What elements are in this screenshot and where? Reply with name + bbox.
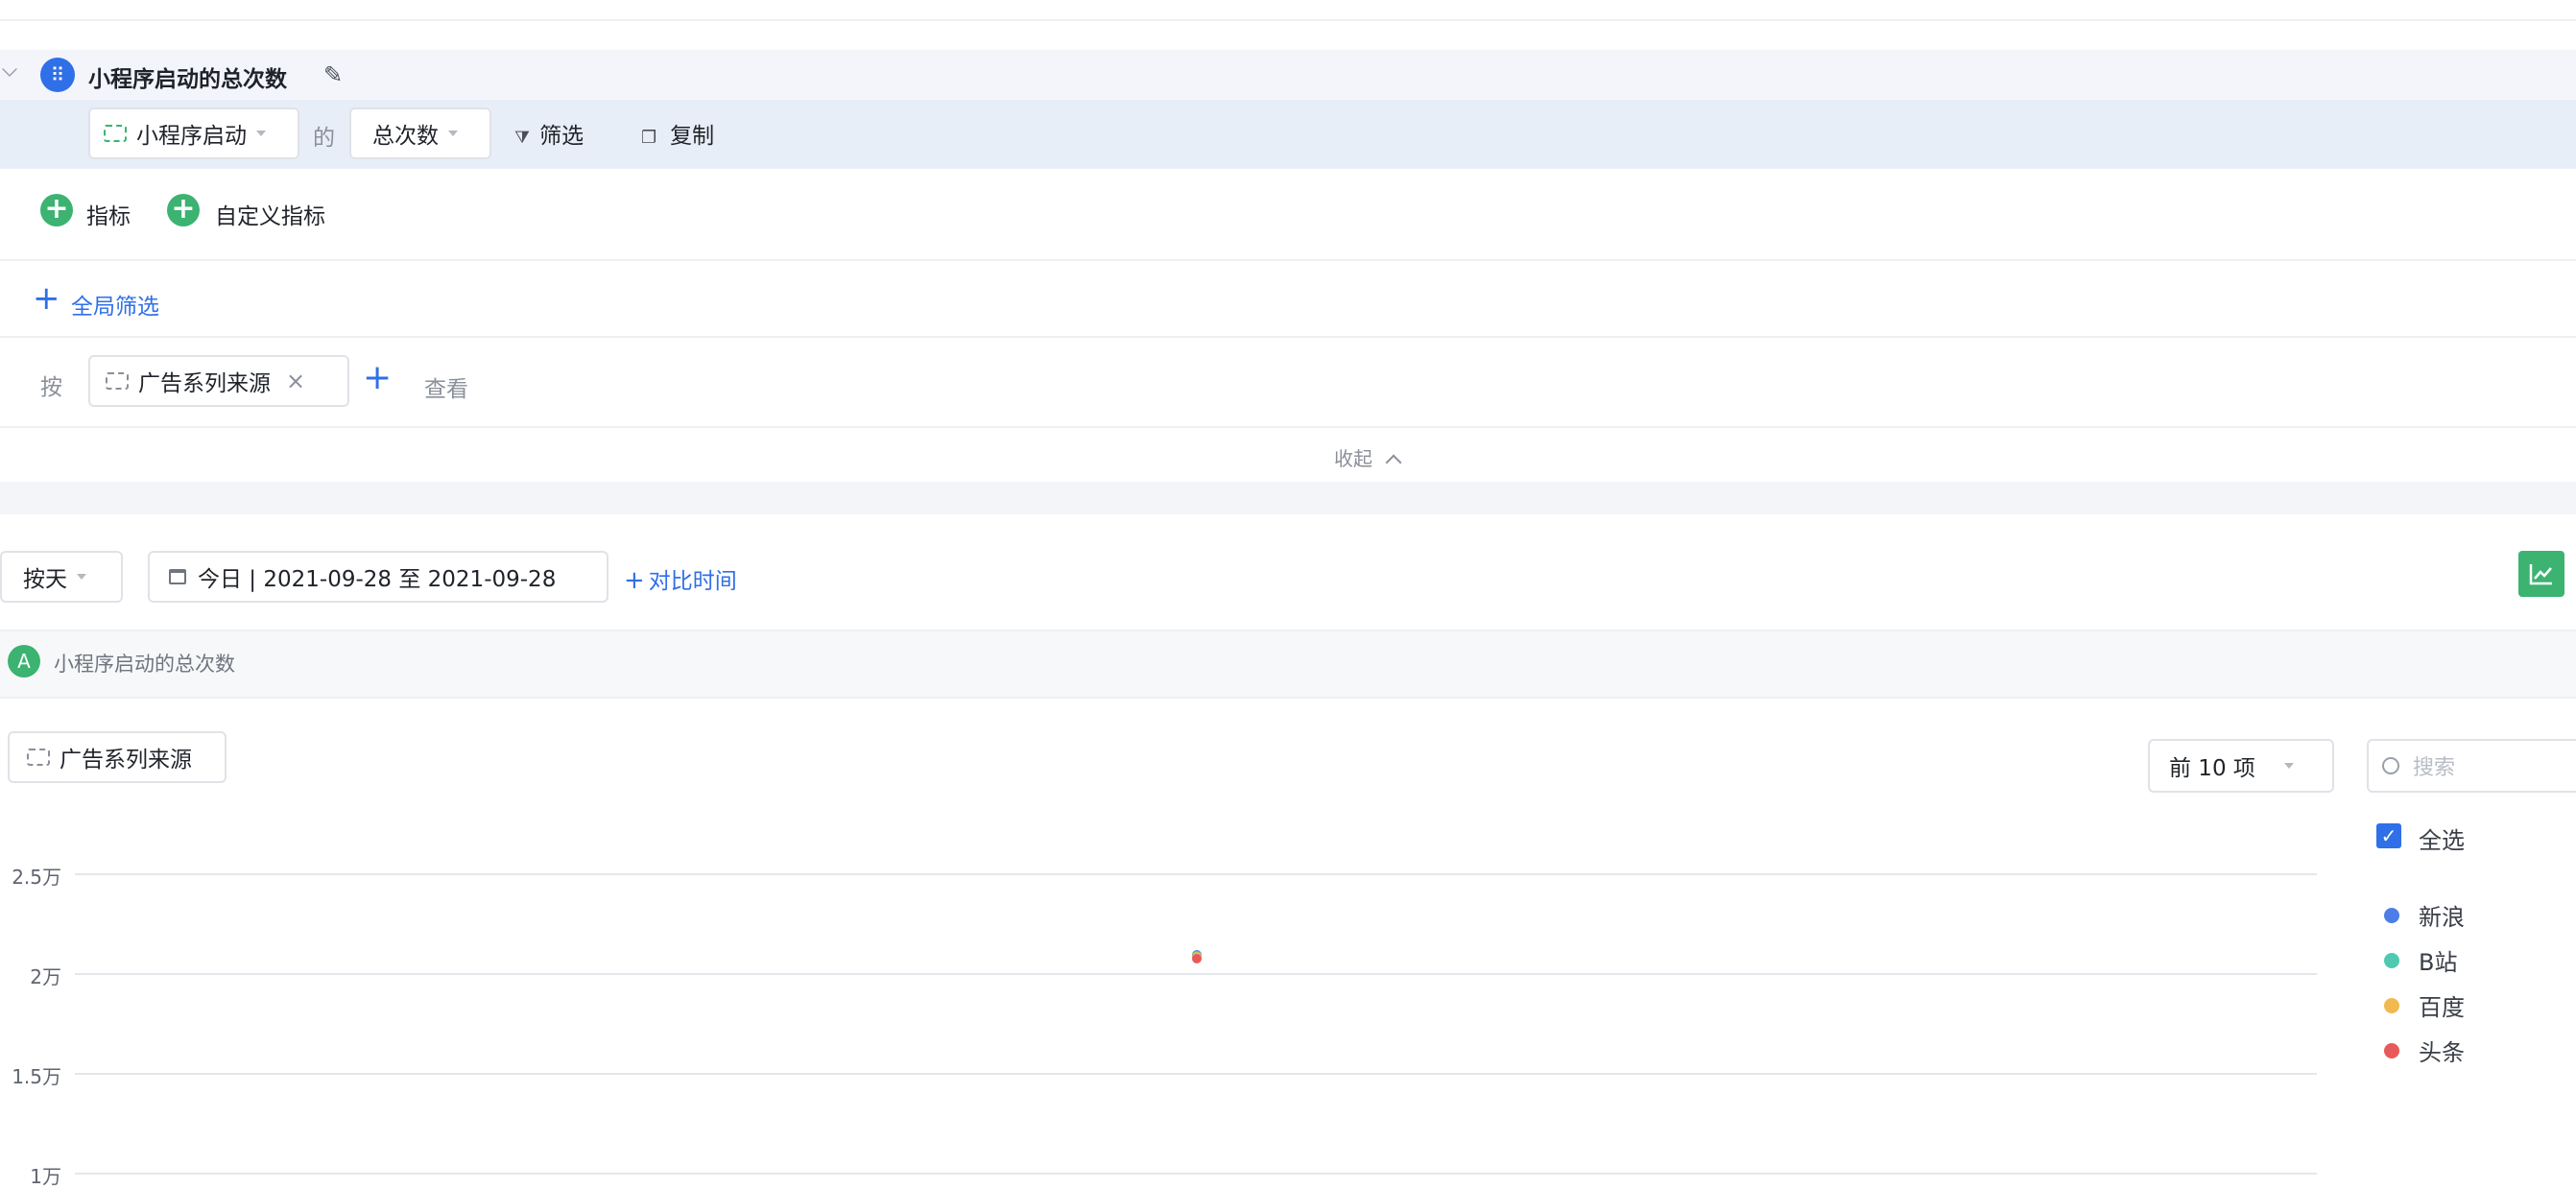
aggregation-label: 总次数 [372,124,439,149]
of-label: 的 [313,126,335,151]
legend-search-input[interactable]: 搜索 [2413,750,2455,781]
caret-icon [2283,763,2294,769]
legend-item-label[interactable]: 新浪 [2419,898,2465,932]
granularity-label: 按天 [23,567,67,592]
series-title: 小程序启动的总次数 [54,653,235,676]
collapse-label: 收起 [1334,447,1372,470]
view-label: 查看 [424,377,468,402]
add-dimension-icon[interactable]: + [363,361,392,395]
copy-label: 复制 [670,124,715,149]
copy-icon: ❐ [641,128,657,148]
chart-gridline [75,1073,2317,1075]
group-by-dimension-label: 广告系列来源 [138,371,271,396]
legend-item-label[interactable]: 百度 [2419,988,2465,1022]
legend-dot[interactable] [2384,953,2399,968]
legend-dot[interactable] [2384,1043,2399,1058]
add-custom-metric-icon[interactable]: + [167,194,200,226]
edit-icon[interactable]: ✎ [323,61,343,88]
metric-title: 小程序启动的总次数 [88,67,287,92]
compare-time-label: 对比时间 [648,569,737,594]
chart-type-button[interactable] [2518,551,2564,597]
chart-gridline [75,973,2317,975]
series-header [0,630,2576,699]
add-metric-button[interactable]: 指标 [86,198,131,230]
compare-time-button[interactable]: + 对比时间 [624,562,737,595]
search-icon [2382,757,2399,774]
dimension-icon [27,749,50,766]
filter-icon: ⧩ [514,128,531,148]
select-all-checkbox[interactable]: ✓ [2376,823,2401,848]
chevron-up-icon [1385,454,1402,471]
date-range-picker[interactable]: 今日 | 2021-09-28 至 2021-09-28 [148,551,608,603]
legend-search-box[interactable]: 搜索 [2367,739,2576,793]
global-filter-button[interactable]: 全局筛选 [71,288,159,321]
add-metric-icon[interactable]: + [40,194,73,226]
y-tick-label: 2.5万 [12,866,61,889]
plus-icon: + [624,566,645,595]
add-custom-metric-button[interactable]: 自定义指标 [215,198,325,230]
topn-label: 前 10 项 [2169,756,2255,781]
y-tick-label: 2万 [30,965,61,988]
filter-label: 筛选 [539,124,584,149]
y-tick-label: 1万 [30,1165,61,1188]
select-all-label[interactable]: 全选 [2419,821,2465,855]
metric-drag-icon[interactable]: ⠿ [40,58,75,92]
top-divider [0,19,2576,21]
event-icon [104,125,127,142]
topn-select[interactable]: 前 10 项 [2148,739,2334,793]
data-point[interactable] [1192,954,1202,964]
caret-icon [256,131,266,136]
divider [0,426,2576,428]
section-gap [0,482,2576,514]
remove-dimension-icon[interactable]: × [286,368,305,394]
y-tick-label: 1.5万 [12,1065,61,1088]
dimension-icon [106,372,129,390]
chart-gridline [75,873,2317,875]
group-by-dimension-tag[interactable]: 广告系列来源 × [88,355,349,407]
chart-gridline [75,1173,2317,1175]
chart-dimension-label: 广告系列来源 [60,748,192,773]
aggregation-select[interactable]: 总次数 [349,107,491,159]
caret-icon [77,574,86,580]
legend-dot[interactable] [2384,998,2399,1013]
add-global-filter-icon[interactable]: + [33,282,60,315]
copy-button[interactable]: ❐ 复制 [641,117,714,150]
legend-item-label[interactable]: B站 [2419,943,2457,977]
date-range-label: 今日 | 2021-09-28 至 2021-09-28 [198,567,557,592]
granularity-select[interactable]: 按天 [0,551,123,603]
metric-actions-row [0,180,2576,261]
collapse-button[interactable]: 收起 [1334,443,1402,471]
chart-dimension-tag[interactable]: 广告系列来源 [8,731,227,783]
series-badge: A [8,645,40,678]
calendar-icon [169,569,186,584]
caret-icon [448,131,458,136]
metric-title-row [0,50,2576,100]
event-select-label: 小程序启动 [136,124,247,149]
group-by-label: 按 [40,375,62,400]
legend-dot[interactable] [2384,908,2399,923]
filter-button[interactable]: ⧩ 筛选 [514,117,584,150]
event-select[interactable]: 小程序启动 [88,107,299,159]
divider [0,336,2576,338]
legend-item-label[interactable]: 头条 [2419,1034,2465,1067]
line-chart-icon [2529,564,2552,585]
